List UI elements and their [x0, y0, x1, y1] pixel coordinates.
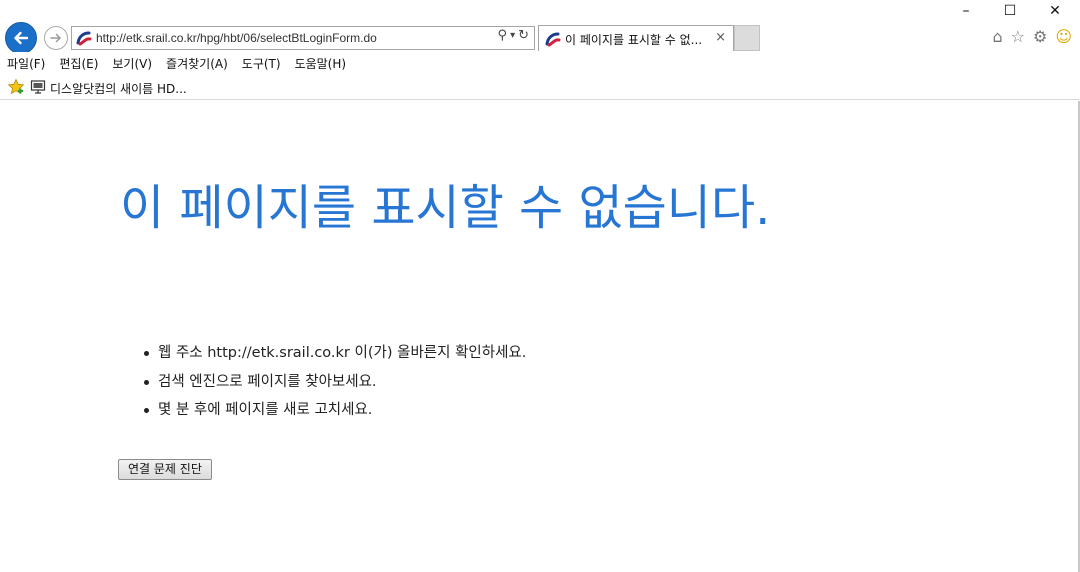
favorites-star-icon[interactable]: [7, 78, 25, 96]
smiley-icon[interactable]: ☺: [1055, 27, 1072, 46]
favorites-bar: 디스알닷컴의 새이름 HD...: [0, 75, 1080, 100]
close-window-button[interactable]: ✕: [1045, 3, 1065, 19]
search-icon[interactable]: ⚲: [498, 28, 508, 43]
list-item: 몇 분 후에 페이지를 새로 고치세요.: [142, 396, 526, 425]
browser-title-bar: – ☐ ✕ http://etk.srail.co.kr/hpg/hbt/06/…: [0, 0, 1080, 54]
star-icon[interactable]: ☆: [1011, 27, 1025, 46]
tab-active[interactable]: 이 페이지를 표시할 수 없... ×: [538, 25, 734, 51]
forward-button[interactable]: [44, 26, 68, 50]
list-item: 웹 주소 http://etk.srail.co.kr 이(가) 올바른지 확인…: [142, 339, 526, 368]
home-icon[interactable]: ⌂: [992, 27, 1002, 46]
diagnose-connection-button[interactable]: 연결 문제 진단: [118, 459, 212, 480]
toolbar-right-icons: ⌂ ☆ ⚙ ☺: [992, 27, 1072, 46]
chevron-down-icon[interactable]: ▾: [510, 30, 515, 41]
srail-logo-icon: [76, 31, 92, 46]
monitor-icon: [30, 80, 46, 94]
tab-title: 이 페이지를 표시할 수 없...: [565, 33, 703, 47]
menu-bar: 파일(F) 편집(E) 보기(V) 즐겨찾기(A) 도구(T) 도움말(H): [0, 52, 1080, 74]
favorite-item-label[interactable]: 디스알닷컴의 새이름 HD...: [50, 80, 187, 97]
address-bar[interactable]: http://etk.srail.co.kr/hpg/hbt/06/select…: [71, 26, 535, 50]
menu-favorites[interactable]: 즐겨찾기(A): [166, 55, 228, 72]
back-button[interactable]: [5, 22, 37, 54]
menu-view[interactable]: 보기(V): [112, 55, 152, 72]
address-tools: ⚲ ▾ ↻: [498, 28, 529, 43]
srail-logo-icon: [545, 32, 561, 47]
menu-file[interactable]: 파일(F): [7, 55, 45, 72]
arrow-left-icon: [14, 31, 29, 45]
minimize-button[interactable]: –: [956, 3, 976, 19]
list-item: 검색 엔진으로 페이지를 찾아보세요.: [142, 368, 526, 397]
error-page: 이 페이지를 표시할 수 없습니다. 웹 주소 http://etk.srail…: [0, 101, 1080, 572]
arrow-right-icon: [50, 33, 61, 43]
menu-help[interactable]: 도움말(H): [295, 55, 347, 72]
gear-icon[interactable]: ⚙: [1033, 27, 1047, 46]
new-tab-button[interactable]: [734, 25, 760, 51]
menu-tools[interactable]: 도구(T): [242, 55, 281, 72]
tab-close-icon[interactable]: ×: [715, 30, 726, 45]
url-text[interactable]: http://etk.srail.co.kr/hpg/hbt/06/select…: [96, 31, 377, 45]
suggestion-list: 웹 주소 http://etk.srail.co.kr 이(가) 올바른지 확인…: [142, 339, 526, 425]
menu-edit[interactable]: 편집(E): [59, 55, 98, 72]
page-title: 이 페이지를 표시할 수 없습니다.: [120, 180, 771, 236]
maximize-button[interactable]: ☐: [1000, 3, 1020, 19]
refresh-icon[interactable]: ↻: [518, 28, 529, 43]
